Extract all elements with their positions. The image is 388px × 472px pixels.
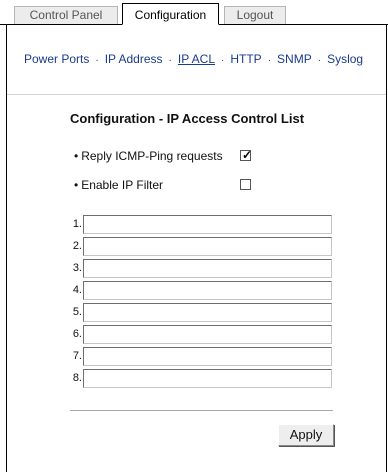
subnav-separator: · [95,55,99,66]
tab-configuration[interactable]: Configuration [122,3,219,25]
acl-entry-5-input[interactable] [83,303,332,322]
acl-row-number: 5. [72,306,82,318]
subnav-http[interactable]: HTTP [230,52,261,66]
bullet-icon: • [74,178,79,192]
acl-entry-1-input[interactable] [83,215,332,234]
acl-entry-3-input[interactable] [83,259,332,278]
option-reply-icmp: • Reply ICMP-Ping requests [74,149,223,163]
acl-entry-2-input[interactable] [83,237,332,256]
subnav-separator: · [221,55,225,66]
option-reply-icmp-label: Reply ICMP-Ping requests [81,149,223,163]
acl-entry-7-input[interactable] [83,347,332,366]
acl-row-number: 6. [72,328,82,340]
tab-logout[interactable]: Logout [224,6,286,24]
subnav-separator: · [317,55,322,66]
enable-ip-filter-checkbox[interactable] [240,179,251,190]
option-enable-ip-filter-label: Enable IP Filter [81,178,164,192]
acl-row-number: 7. [72,350,82,362]
option-enable-ip-filter: • Enable IP Filter [74,178,163,192]
acl-row-number: 8. [72,372,82,384]
subnav-ip-acl[interactable]: IP ACL [178,52,215,66]
acl-row-number: 2. [72,240,82,252]
acl-row-number: 1. [72,218,82,230]
acl-entry-6-input[interactable] [83,325,332,344]
subnav-divider [7,94,386,95]
apply-button[interactable]: Apply [278,424,334,446]
acl-row-number: 3. [72,262,82,274]
sub-navigation: Power Ports · IP Address · IP ACL · HTTP · SNMP ·… [24,52,363,66]
subnav-separator: · [168,55,172,66]
subnav-syslog[interactable]: Syslog [327,52,363,66]
subnav-snmp[interactable]: SNMP [277,52,312,66]
reply-icmp-checkbox[interactable]: ✓ [240,148,253,162]
subnav-ip-address[interactable]: IP Address [105,52,163,66]
frame-right-border [386,24,387,472]
subnav-power-ports[interactable]: Power Ports [24,52,89,66]
bullet-icon: • [74,149,79,163]
tab-control-panel[interactable]: Control Panel [14,6,118,24]
form-divider [70,410,333,411]
acl-entry-4-input[interactable] [83,281,332,300]
top-tab-bar: Control Panel Configuration Logout [0,0,388,25]
acl-entry-8-input[interactable] [83,369,332,388]
frame-left-border [6,24,7,472]
subnav-separator: · [267,55,272,66]
acl-row-number: 4. [72,284,82,296]
checkmark-icon: ✓ [242,148,253,162]
page-title: Configuration - IP Access Control List [70,111,305,126]
